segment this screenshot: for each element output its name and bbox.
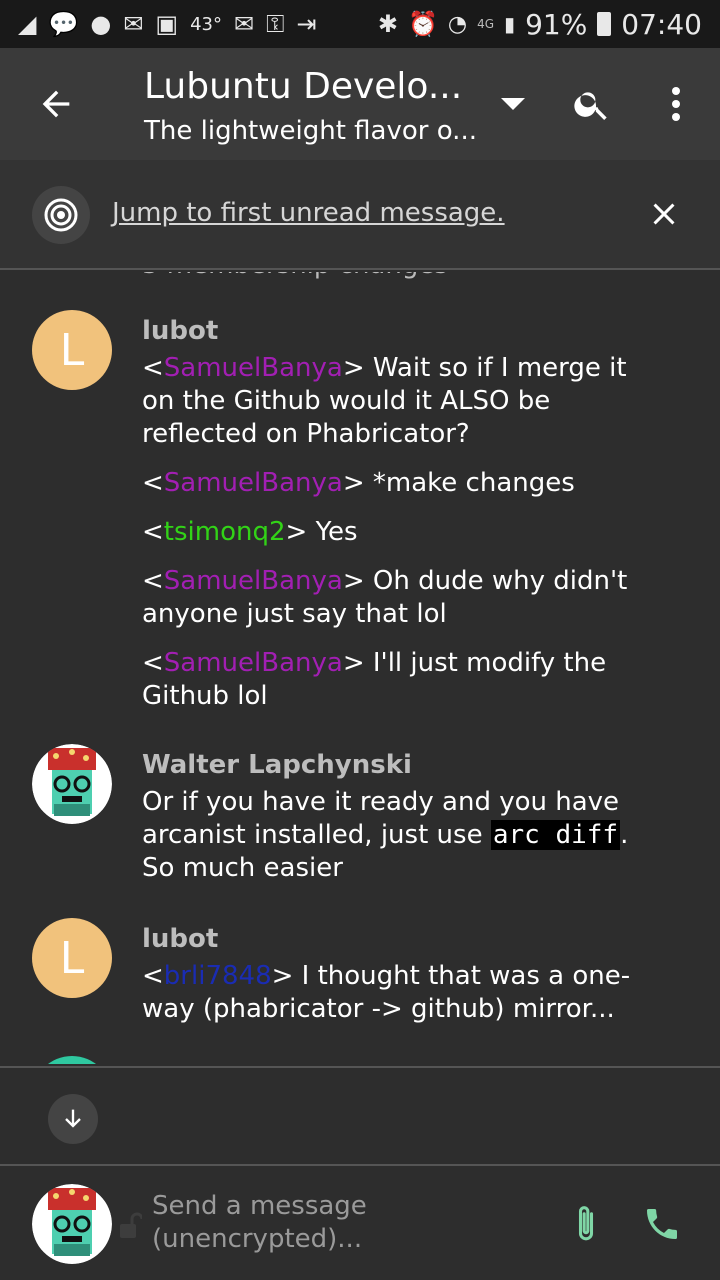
avatar[interactable]	[32, 744, 112, 824]
message-text: Or if you have it ready and you have arc…	[142, 786, 662, 885]
close-icon[interactable]	[646, 196, 682, 232]
avatar[interactable]: L	[32, 918, 112, 998]
dropdown-caret-icon[interactable]	[498, 92, 528, 116]
email-icon: ✉	[234, 10, 255, 38]
bluetooth-icon: ✱	[377, 10, 399, 38]
nick[interactable]: SamuelBanya	[164, 468, 343, 498]
terminal-icon: ▣	[155, 10, 179, 38]
message-timeline[interactable]: 3 membership changes L lubot <SamuelBany…	[0, 272, 720, 1064]
jump-bottom-area	[0, 1066, 720, 1166]
message-input[interactable]: Send a message (unencrypted)...	[152, 1190, 392, 1256]
room-topic[interactable]: The lightweight flavor o...	[144, 116, 477, 146]
bulb-icon: ●	[90, 10, 112, 38]
message-text: <SamuelBanya> Wait so if I merge it on t…	[142, 353, 627, 449]
nick[interactable]: SamuelBanya	[164, 566, 343, 596]
clock: 07:40	[621, 7, 702, 41]
back-arrow-icon[interactable]	[36, 84, 76, 124]
signal-triangle-icon: ◢	[18, 10, 37, 38]
arrow-down-icon	[65, 1109, 81, 1128]
more-vert-icon[interactable]	[662, 84, 690, 124]
jump-to-bottom-button[interactable]	[48, 1094, 98, 1144]
membership-changes[interactable]: 3 membership changes	[142, 272, 448, 280]
chat-bubble-icon: 💬	[48, 10, 79, 38]
message-composer: Send a message (unencrypted)...	[0, 1168, 720, 1280]
status-bar: ◢ 💬 ● ✉ ▣ 43° ✉ ⚿ ⇥ ✱ ⏰ ◔ 4G ▮ 91% 07:40	[0, 0, 720, 48]
nick[interactable]: SamuelBanya	[164, 648, 343, 678]
status-notification-icons: ◢ 💬 ● ✉ ▣ 43° ✉ ⚿ ⇥	[18, 10, 317, 38]
search-icon[interactable]	[572, 84, 612, 124]
target-icon[interactable]	[32, 186, 90, 244]
network-type: 4G	[477, 17, 495, 31]
user-avatar-image	[32, 1184, 112, 1264]
cell-signal-icon: ▮	[504, 12, 516, 36]
nick[interactable]: brli7848	[164, 961, 272, 991]
nick[interactable]: SamuelBanya	[164, 353, 343, 383]
message-line: *make changes	[372, 468, 575, 498]
message-text: <SamuelBanya> Oh dude why didn't anyone …	[142, 566, 628, 629]
phone-icon[interactable]	[642, 1204, 682, 1244]
sender-name[interactable]: lubot	[142, 316, 218, 346]
exit-icon: ⇥	[296, 10, 317, 38]
weather-temp: 43°	[190, 13, 223, 35]
alarm-icon: ⏰	[408, 10, 438, 38]
lock-open-icon	[120, 1212, 142, 1238]
mail-icon: ✉	[123, 10, 144, 38]
app-bar: Lubuntu Develo... The lightweight flavor…	[0, 48, 720, 160]
unread-banner: Jump to first unread message.	[0, 160, 720, 270]
message-text: <SamuelBanya> I'll just modify the Githu…	[142, 648, 607, 711]
message-text: <tsimonq2> Yes	[142, 517, 358, 547]
attach-icon[interactable]	[570, 1204, 602, 1248]
message-line: Yes	[315, 517, 358, 547]
battery-icon	[597, 12, 612, 36]
user-avatar-image	[32, 744, 112, 824]
battery-percent: 91%	[525, 7, 588, 41]
wifi-icon: ◔	[447, 11, 468, 37]
sender-name[interactable]: Walter Lapchynski	[142, 750, 412, 780]
message-text: <brli7848> I thought that was a one-way …	[142, 961, 631, 1024]
room-title[interactable]: Lubuntu Develo...	[144, 66, 462, 107]
key-icon: ⚿	[266, 10, 285, 38]
sender-name[interactable]: lubot	[142, 924, 218, 954]
inline-code: arc diff	[490, 820, 621, 850]
message-text: <SamuelBanya> *make changes	[142, 468, 575, 498]
avatar[interactable]: L	[32, 310, 112, 390]
nick[interactable]: tsimonq2	[164, 517, 286, 547]
avatar[interactable]	[32, 1184, 112, 1264]
avatar[interactable]	[32, 1056, 112, 1064]
jump-to-unread-link[interactable]: Jump to first unread message.	[112, 198, 505, 228]
